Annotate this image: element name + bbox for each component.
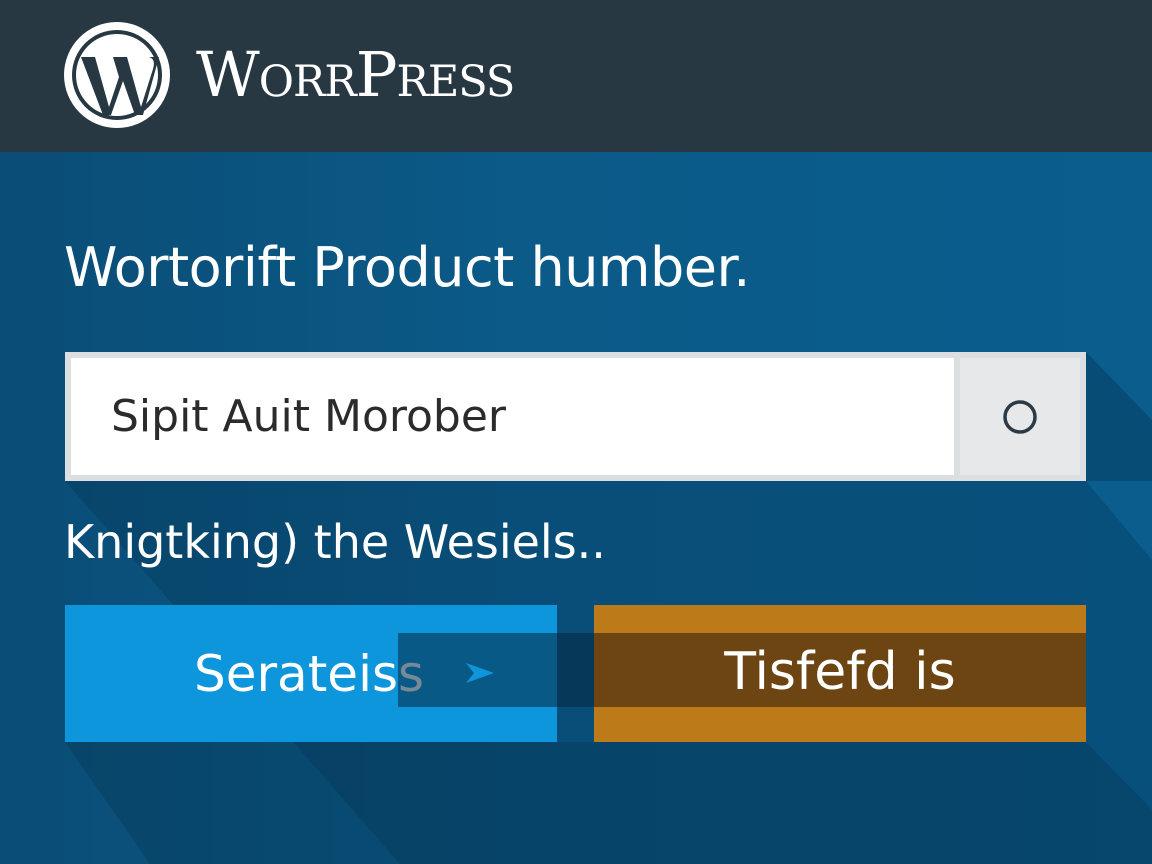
top-bar: WorrPress [0, 0, 1152, 152]
search-input[interactable] [71, 358, 954, 475]
arrow-right-icon [464, 660, 496, 686]
brand-name: WorrPress [196, 38, 515, 111]
status-text: Knigtking) the Wesiels.. [64, 515, 606, 569]
wordpress-logo-icon[interactable] [61, 19, 173, 131]
search-button[interactable] [960, 358, 1080, 475]
search-box [65, 352, 1086, 481]
secondary-button[interactable]: Tisfefd is [594, 605, 1086, 742]
secondary-button-label: Tisfefd is [724, 642, 956, 702]
page-heading: Wortorift Product humber. [64, 236, 750, 299]
circle-search-icon [1003, 399, 1037, 434]
primary-button-label: Serateiss [194, 645, 425, 703]
